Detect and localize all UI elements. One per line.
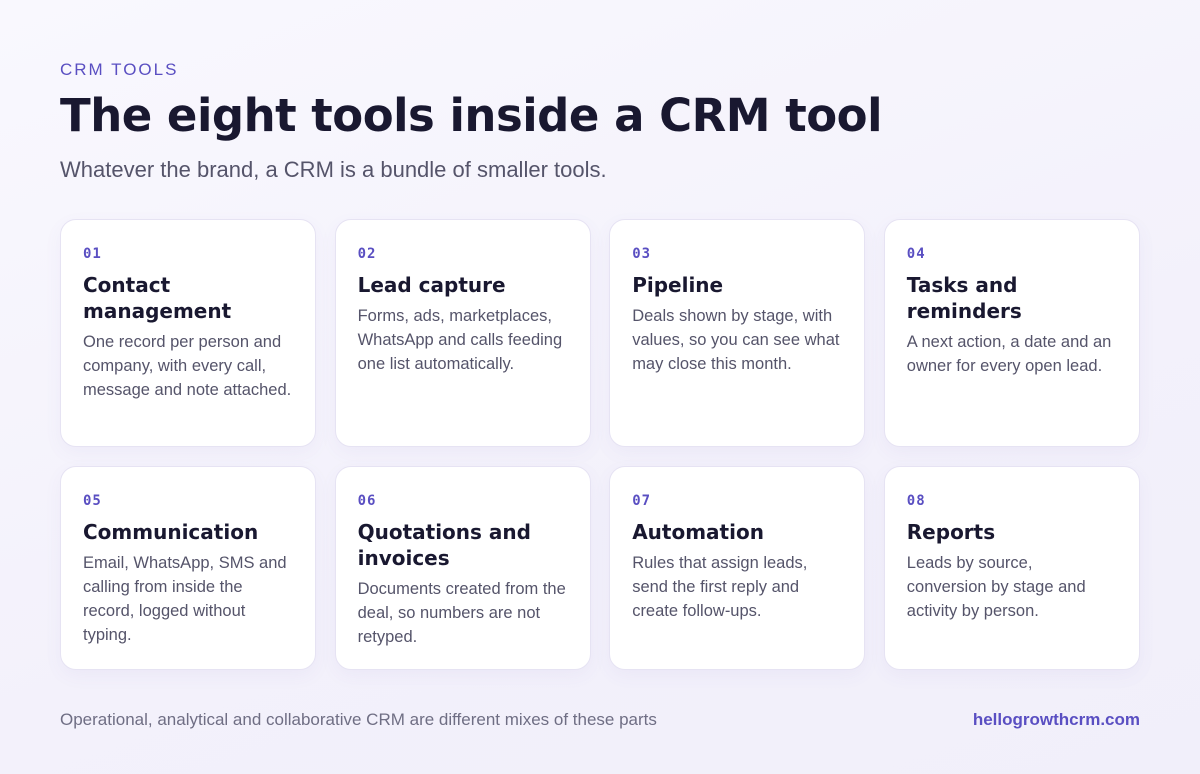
page-subtitle: Whatever the brand, a CRM is a bundle of…: [60, 157, 607, 182]
card-description: Leads by source, conversion by stage and…: [906, 554, 1086, 620]
card-number: 06: [357, 493, 377, 509]
tool-card-pipeline: 03 Pipeline Deals shown by stage, with v…: [609, 219, 866, 447]
tool-card-quotations-and-invoices: 06 Quotations and invoices Documents cre…: [334, 466, 591, 670]
card-title: Contact management: [83, 273, 232, 323]
card-title: Lead capture: [357, 273, 506, 297]
card-number: 04: [906, 246, 926, 262]
tool-card-lead-capture: 02 Lead capture Forms, ads, marketplaces…: [334, 219, 591, 447]
card-description: A next action, a date and an owner for e…: [906, 333, 1112, 375]
card-description: Forms, ads, marketplaces, WhatsApp and c…: [357, 307, 563, 373]
card-description: One record per person and company, with …: [83, 333, 292, 399]
card-title: Tasks and reminders: [906, 273, 1022, 323]
eyebrow-label: CRM TOOLS: [60, 60, 179, 79]
tool-card-automation: 07 Automation Rules that assign leads, s…: [609, 466, 866, 670]
card-number: 07: [632, 493, 652, 509]
card-title: Reports: [906, 520, 996, 544]
card-title: Communication: [83, 520, 259, 544]
card-number: 01: [83, 246, 102, 262]
card-number: 08: [906, 493, 926, 509]
tool-card-tasks-and-reminders: 04 Tasks and reminders A next action, a …: [883, 219, 1140, 447]
card-description: Documents created from the deal, so numb…: [357, 580, 566, 646]
card-description: Deals shown by stage, with values, so yo…: [632, 307, 840, 373]
card-number: 02: [357, 246, 377, 262]
website-link[interactable]: hellogrowthcrm.com: [973, 709, 1140, 731]
card-number: 03: [632, 246, 652, 262]
card-description: Rules that assign leads, send the first …: [632, 554, 808, 620]
footer-note: Operational, analytical and collaborativ…: [60, 710, 657, 729]
tool-card-communication: 05 Communication Email, WhatsApp, SMS an…: [60, 466, 316, 670]
card-number: 05: [83, 493, 102, 509]
card-title: Quotations and invoices: [357, 520, 531, 570]
tool-card-contact-management: 01 Contact management One record per per…: [60, 219, 316, 447]
tool-card-reports: 08 Reports Leads by source, conversion b…: [883, 466, 1140, 670]
card-description: Email, WhatsApp, SMS and calling from in…: [83, 554, 287, 644]
card-title: Automation: [632, 520, 764, 544]
tools-grid: 01 Contact management One record per per…: [60, 219, 1140, 670]
card-title: Pipeline: [632, 273, 724, 297]
page-title: The eight tools inside a CRM tool: [60, 89, 883, 142]
